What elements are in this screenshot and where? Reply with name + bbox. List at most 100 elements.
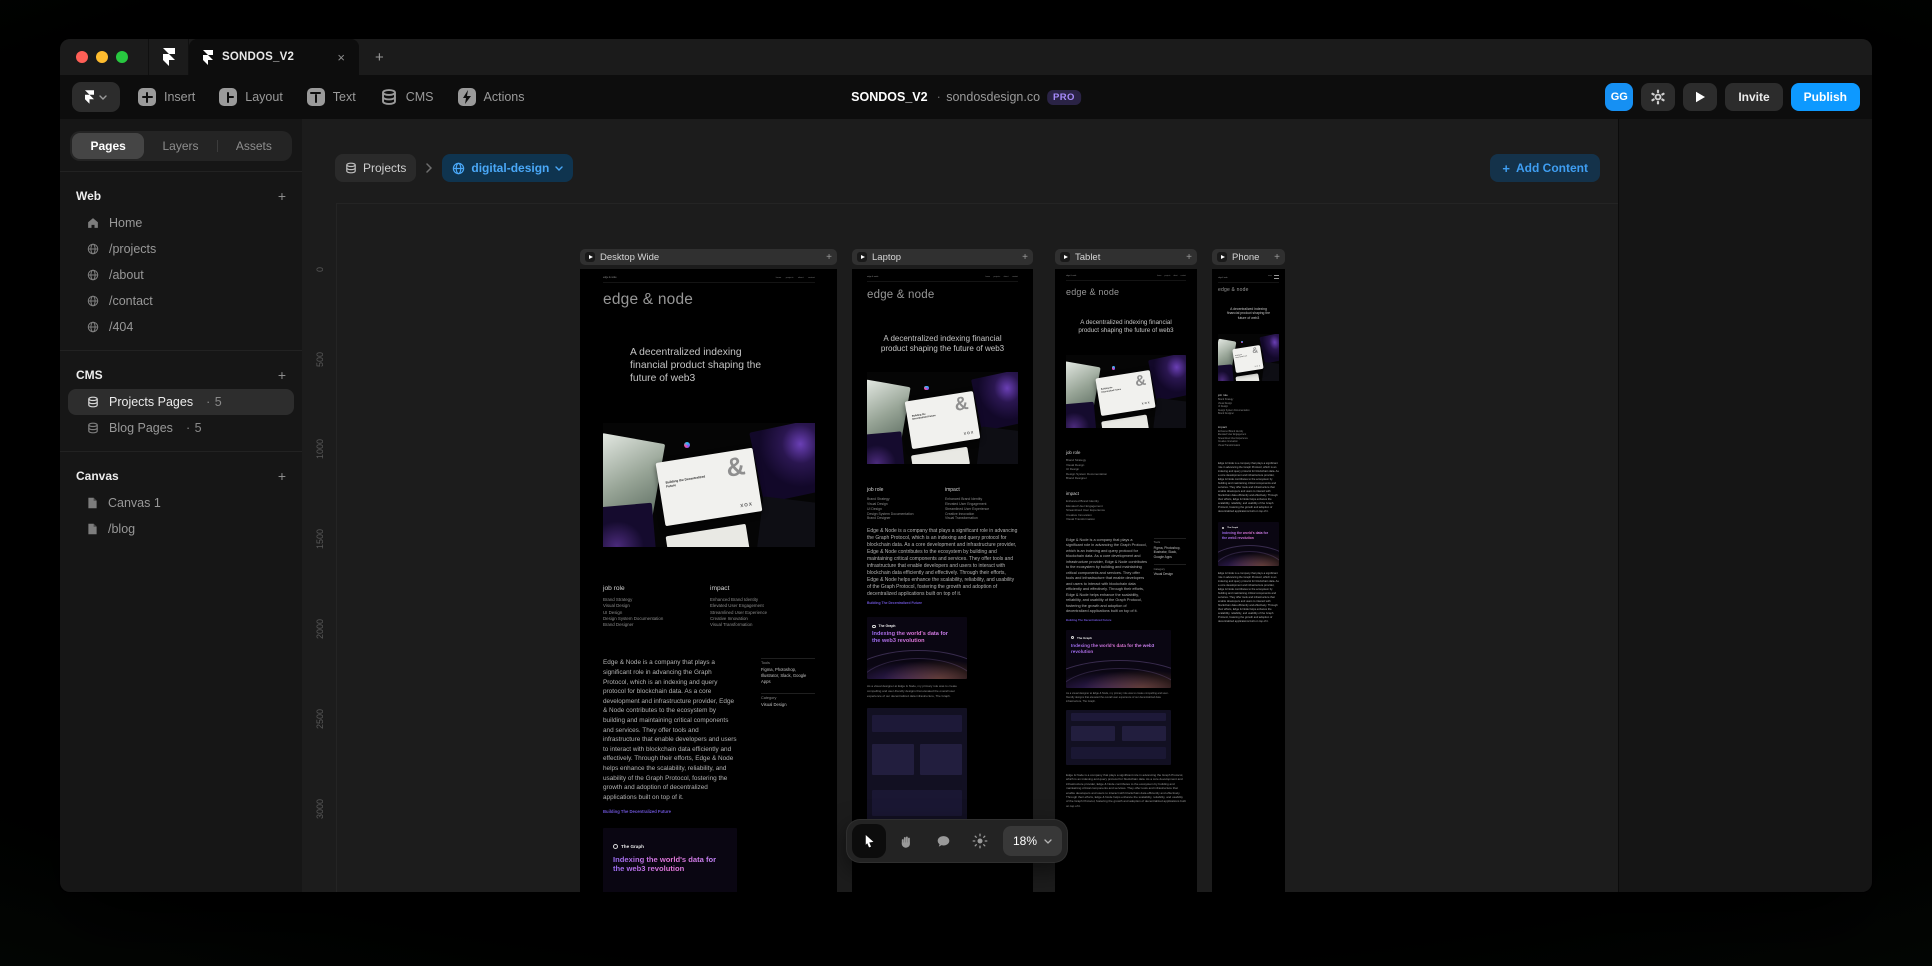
sidebar-item-about[interactable]: /about <box>60 262 302 288</box>
text-tool[interactable]: Text <box>306 88 356 106</box>
job-role-column: job role Brand Strategy Visual Design UI D… <box>867 487 945 522</box>
zoom-window-button[interactable] <box>116 51 128 63</box>
database-icon <box>381 89 396 105</box>
frame-header-phone[interactable]: Phone + <box>1212 249 1285 265</box>
framer-logo-icon <box>162 48 175 66</box>
graph-brand: The Graph <box>1222 527 1279 530</box>
comment-icon <box>937 835 949 847</box>
breadcrumb-page-chip[interactable]: digital-design <box>442 154 574 182</box>
sidebar-item-canvas-1[interactable]: Canvas 1 <box>60 490 302 516</box>
site-hero: A decentralized indexing financial produ… <box>1226 306 1271 320</box>
globe-icon <box>87 321 99 333</box>
breakpoint-frame-desktop-wide: Desktop Wide + edge & node home projects a… <box>580 249 837 892</box>
comment-tool[interactable] <box>926 824 960 858</box>
close-window-button[interactable] <box>76 51 88 63</box>
plan-badge: PRO <box>1047 89 1081 105</box>
pan-tool[interactable] <box>889 824 923 858</box>
add-collection-button[interactable]: + <box>278 367 286 383</box>
tab-layers[interactable]: Layers <box>144 133 216 159</box>
collage-card <box>911 446 971 464</box>
zoom-level-dropdown[interactable]: 18% <box>1003 826 1063 856</box>
theme-toggle[interactable] <box>963 824 997 858</box>
framer-badge-icon <box>683 441 690 448</box>
dashboard-image <box>1066 709 1171 765</box>
site-paragraph: Edge & Node is a company that plays a si… <box>1066 537 1148 614</box>
graph-logo-icon <box>613 844 618 850</box>
job-role-item: Brand Designer <box>867 516 891 521</box>
tab-close-icon[interactable]: × <box>337 50 345 65</box>
add-content-button[interactable]: + Add Content <box>1490 154 1600 182</box>
chevron-right-icon <box>426 163 433 173</box>
frame-add-icon[interactable]: + <box>1022 252 1028 263</box>
sidebar-item-blog-pages[interactable]: Blog Pages 5 <box>60 415 302 441</box>
select-tool[interactable] <box>852 824 886 858</box>
canvas-viewport[interactable]: Projects digital-design + Add Content 0 … <box>302 119 1618 892</box>
sidebar-item-404[interactable]: /404 <box>60 314 302 340</box>
preview-button[interactable] <box>1683 83 1718 111</box>
collection-count: 5 <box>203 395 222 409</box>
settings-button[interactable] <box>1641 83 1676 111</box>
layout-tool[interactable]: Layout <box>219 88 283 106</box>
site-nav: edge & node menu <box>1218 275 1279 283</box>
site-body: Edge & Node is a company that plays a si… <box>603 658 815 802</box>
framer-logo-icon <box>85 90 94 104</box>
tab-pages[interactable]: Pages <box>72 133 145 159</box>
publish-button[interactable]: Publish <box>1790 83 1860 111</box>
new-tab-button[interactable]: + <box>359 39 400 75</box>
sidebar-item-contact[interactable]: /contact <box>60 288 302 314</box>
collage-card <box>867 430 905 464</box>
frame-add-icon[interactable]: + <box>1274 252 1280 263</box>
site-preview-tablet[interactable]: edge & node home projects about contact edg… <box>1055 269 1197 892</box>
site-preview-phone[interactable]: edge & node menu edge & node A decentral… <box>1212 269 1285 892</box>
site-preview-laptop[interactable]: edge & node home projects about contact edg… <box>852 269 1033 892</box>
breadcrumb-collection: Projects <box>363 161 407 175</box>
actions-tool[interactable]: Actions <box>457 88 525 106</box>
site-columns: job role Brand Strategy Visual Design UI D… <box>1066 450 1186 522</box>
frame-header-tablet[interactable]: Tablet + <box>1055 249 1197 265</box>
invite-button[interactable]: Invite <box>1725 83 1783 111</box>
sidebar-item-home[interactable]: Home <box>60 210 302 236</box>
collage-card <box>1066 401 1097 428</box>
zoom-level: 18% <box>1013 834 1038 848</box>
graph-logo-icon <box>1222 527 1225 530</box>
collection-label: Projects Pages <box>109 395 194 409</box>
site-preview-desktop-wide[interactable]: edge & node home projects about contact edg… <box>580 269 837 892</box>
tab-assets[interactable]: Assets <box>218 133 290 159</box>
job-role-column: job role Brand Strategy Visual Design UI D… <box>1066 450 1186 481</box>
sidebar-item-projects[interactable]: /projects <box>60 236 302 262</box>
add-page-button[interactable]: + <box>278 188 286 204</box>
framer-badge-icon <box>924 385 929 391</box>
frame-header-desktop-wide[interactable]: Desktop Wide + <box>580 249 837 265</box>
sidebar-item-projects-pages[interactable]: Projects Pages 5 <box>68 389 294 415</box>
project-tab[interactable]: SONDOS_V2 × <box>189 39 359 75</box>
framer-badge-icon <box>1241 341 1243 344</box>
app-home-tab[interactable] <box>149 39 189 75</box>
globe-icon <box>453 162 465 174</box>
lightning-icon <box>457 88 476 106</box>
site-nav-link: projects <box>993 276 1001 278</box>
framer-menu-button[interactable] <box>72 82 120 112</box>
collage-card <box>1101 414 1149 428</box>
impact-item: Streamlined User Experience <box>710 609 768 615</box>
frame-add-icon[interactable]: + <box>1186 252 1192 263</box>
impact-column: impact Enhanced Brand Identity Elevated U… <box>1066 491 1186 522</box>
menu-label: menu <box>1268 276 1272 278</box>
desktop-background: SONDOS_V2 × + Insert Layout Text CMS Act… <box>0 0 1932 966</box>
insert-tool[interactable]: Insert <box>138 88 195 106</box>
minimize-window-button[interactable] <box>96 51 108 63</box>
add-canvas-button[interactable]: + <box>278 468 286 484</box>
frame-header-laptop[interactable]: Laptop + <box>852 249 1033 265</box>
app-window: SONDOS_V2 × + Insert Layout Text CMS Act… <box>60 39 1872 892</box>
collage-card <box>603 502 656 547</box>
page-label: /404 <box>109 320 134 334</box>
graph-hero-image: The Graph Indexing the world's data for … <box>867 617 967 680</box>
avatar[interactable]: GG <box>1605 83 1634 111</box>
impact-item: Visual Transformation <box>710 622 753 628</box>
chevron-down-icon <box>1044 838 1052 844</box>
breadcrumb-collection-chip[interactable]: Projects <box>335 154 417 182</box>
cms-tool[interactable]: CMS <box>380 88 434 106</box>
frame-add-icon[interactable]: + <box>826 252 832 263</box>
sidebar-item-blog-canvas[interactable]: /blog <box>60 516 302 542</box>
impact-item: Elevated User Engagement <box>710 603 764 609</box>
collection-label: Blog Pages <box>109 421 173 435</box>
